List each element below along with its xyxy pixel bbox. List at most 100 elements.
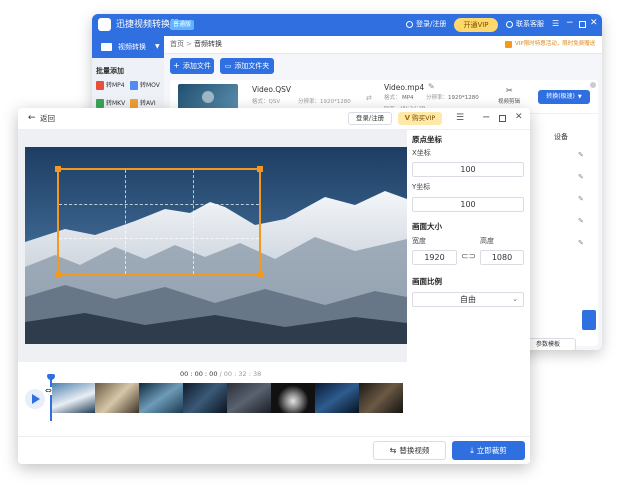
remove-row-icon[interactable]	[590, 82, 596, 88]
timeline-thumbnail	[95, 383, 139, 413]
buy-vip-button[interactable]: V 购买VIP	[398, 112, 442, 125]
output-resolution: 1920*1280	[448, 95, 479, 101]
sidebar-item-label: 转MP4	[106, 82, 125, 89]
size-section-title: 画面大小	[412, 222, 442, 231]
crop-settings-panel: 原点坐标 X坐标 100 Y坐标 100 画面大小 宽度 高度 1920 ⊂⊃ …	[407, 130, 530, 436]
y-coordinate-input[interactable]: 100	[412, 197, 524, 212]
login-button[interactable]: 登录/注册	[348, 112, 392, 125]
add-folder-label: 添加文件夹	[234, 61, 270, 70]
play-icon	[202, 91, 214, 103]
x-coordinate-label: X坐标	[412, 149, 431, 157]
width-label: 宽度	[412, 237, 426, 245]
back-arrow-icon[interactable]: ←	[28, 114, 36, 123]
breadcrumb-separator: >	[186, 40, 192, 48]
y-coordinate-value: 100	[460, 200, 476, 209]
menu-icon[interactable]: ☰	[456, 114, 464, 123]
close-icon[interactable]: ✕	[515, 113, 523, 122]
timeline-thumbnail	[183, 383, 227, 413]
file-icon	[96, 81, 104, 90]
crop-grid-line	[59, 204, 259, 205]
crop-now-label: 立即裁剪	[476, 445, 507, 455]
edit-icon[interactable]: ✎	[578, 152, 584, 159]
x-coordinate-input[interactable]: 100	[412, 162, 524, 177]
sidebar-item-mp4[interactable]: 转MP4	[96, 80, 130, 92]
crop-box[interactable]	[55, 166, 263, 278]
sidebar-item-mov[interactable]: 转MOV	[130, 80, 164, 92]
play-button[interactable]	[25, 389, 45, 409]
playhead[interactable]	[47, 374, 55, 421]
app-logo-icon	[98, 18, 111, 31]
back-vip-button[interactable]: 开通VIP	[454, 18, 498, 32]
sidebar-section-title: 批量添加	[96, 67, 124, 75]
maximize-icon[interactable]	[499, 115, 506, 122]
edit-icon[interactable]: ✎	[578, 196, 584, 203]
crop-handle[interactable]	[55, 166, 61, 172]
thumbnail-strip[interactable]	[51, 383, 403, 413]
menu-icon[interactable]: ☰	[552, 20, 559, 28]
settings-column-header: 设备	[554, 133, 568, 141]
download-icon: ⤓	[470, 445, 474, 455]
gift-icon	[505, 41, 512, 48]
sidebar-item-label: 转MKV	[106, 100, 126, 107]
timeline-thumbnail	[315, 383, 359, 413]
edit-icon[interactable]: ✎	[578, 174, 584, 181]
convert-button[interactable]: 转换(极速) ▼	[538, 90, 590, 104]
breadcrumb-home[interactable]: 首页	[170, 41, 184, 48]
chevron-down-icon: ▼	[577, 93, 582, 100]
back-label[interactable]: 返回	[40, 115, 55, 123]
playhead-knob[interactable]	[47, 374, 55, 380]
support-icon	[506, 21, 513, 28]
support-link[interactable]: 联系客服	[516, 21, 544, 28]
back-breadcrumb-bar: 首页 > 音频转换 VIP限时特惠活动，限时免费赠送	[164, 36, 602, 54]
width-input[interactable]: 1920	[412, 250, 457, 265]
timeline-area: 00 : 00 : 00 / 00 : 32 : 38 ⇔	[18, 362, 407, 436]
add-folder-button[interactable]: ▭ 添加文件夹	[220, 58, 274, 74]
edit-icon[interactable]: ✎	[578, 218, 584, 225]
output-format: MP4	[402, 95, 414, 101]
replace-video-button[interactable]: ⇆ 替换视频	[373, 441, 446, 460]
back-login-link[interactable]: 登录/注册	[416, 21, 446, 28]
close-icon[interactable]: ✕	[590, 19, 598, 28]
convert-label: 转换(极速)	[546, 93, 575, 100]
breadcrumb-current: 音频转换	[194, 40, 222, 48]
crop-grid-line	[59, 238, 259, 239]
vip-crown-icon: V	[404, 114, 411, 122]
time-display: 00 : 00 : 00 / 00 : 32 : 38	[180, 371, 261, 378]
height-input[interactable]: 1080	[480, 250, 524, 265]
vip-notice[interactable]: VIP限时特惠活动，限时免费赠送	[515, 41, 595, 48]
param-template-label: 参数模板	[535, 340, 560, 348]
sidebar-item-video-convert[interactable]: 视频转换 ▼	[92, 36, 164, 58]
folder-icon: ▭	[224, 61, 232, 70]
height-label: 高度	[480, 237, 494, 245]
x-coordinate-value: 100	[460, 165, 476, 174]
bottom-action-bar: ⇆ 替换视频 ⤓ 立即裁剪	[18, 436, 530, 464]
video-thumbnail	[178, 84, 238, 110]
ratio-select[interactable]: 自由 ⌄	[412, 292, 524, 307]
crop-now-button[interactable]: ⤓ 立即裁剪	[452, 441, 525, 460]
crop-handle[interactable]	[55, 272, 61, 278]
file-name: Video.QSV	[252, 85, 292, 94]
scissors-icon: ✂	[506, 86, 513, 95]
edit-icon[interactable]: ✎	[578, 240, 584, 247]
minimize-icon[interactable]: −	[482, 113, 490, 123]
replace-icon: ⇆	[389, 445, 397, 455]
crop-handle[interactable]	[257, 166, 263, 172]
link-ratio-icon[interactable]: ⊂⊃	[461, 253, 476, 262]
width-value: 1920	[424, 253, 445, 262]
add-file-button[interactable]: + 添加文件	[170, 58, 214, 74]
current-time: 00 : 00 : 00	[180, 370, 218, 378]
origin-section-title: 原点坐标	[412, 135, 442, 144]
apply-button[interactable]	[582, 310, 596, 330]
user-icon	[406, 21, 413, 28]
output-format-label: 格式：	[384, 95, 401, 101]
timeline-thumbnail	[139, 383, 183, 413]
file-resolution: 分辨率：1920*1280	[298, 99, 351, 105]
video-cut-button[interactable]: 视频剪辑	[498, 99, 520, 106]
maximize-icon[interactable]	[579, 21, 586, 28]
crop-handle[interactable]	[257, 272, 263, 278]
crop-editor-window: ← 返回 登录/注册 V 购买VIP ☰ − ✕ 原点坐标 X坐标 100 Y坐…	[18, 108, 530, 464]
add-file-label: 添加文件	[182, 61, 211, 70]
sidebar-active-label: 视频转换	[118, 43, 146, 51]
edit-icon[interactable]: ✎	[428, 83, 435, 91]
minimize-icon[interactable]: −	[566, 19, 574, 28]
